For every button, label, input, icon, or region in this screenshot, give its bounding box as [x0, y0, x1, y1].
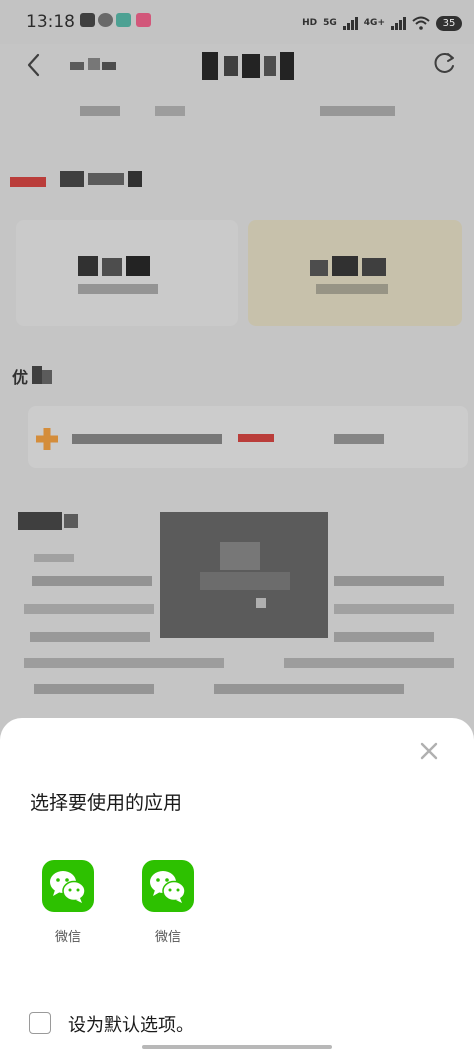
wechat-icon: [42, 860, 94, 912]
app-label-wechat-1: 微信: [54, 930, 81, 945]
blurred-coupon-text: [72, 432, 452, 446]
blurred-page-title: [202, 52, 294, 80]
gallery-notification-icon: [116, 13, 131, 27]
signal-icon-2: [391, 16, 406, 30]
mail-notification-icon: [80, 13, 95, 27]
close-icon[interactable]: [416, 738, 442, 764]
status-time: 13:18: [26, 12, 75, 32]
option-card-right-selected[interactable]: [248, 220, 462, 326]
blurred-subtitle-row: [80, 106, 410, 118]
home-indicator[interactable]: [142, 1045, 332, 1049]
background-page: 优: [0, 44, 474, 744]
status-indicators: HD 5G 4G+ 35: [302, 13, 462, 33]
network-label-1: 5G: [323, 17, 337, 28]
option-card-left[interactable]: [16, 220, 238, 326]
set-default-label[interactable]: 设为默认选项。: [68, 1011, 194, 1037]
top-nav-bar: [0, 44, 474, 94]
status-bar: 13:18 HD 5G 4G+ 35: [0, 0, 474, 44]
app-chooser-sheet: 选择要使用的应用 微信 微信 设为默认选项。: [0, 718, 474, 1053]
blurred-description-text: [14, 554, 464, 724]
refresh-icon[interactable]: [432, 50, 458, 76]
wifi-icon: [412, 16, 430, 30]
app-notification-icon: [98, 13, 113, 27]
plus-badge-icon: [36, 428, 58, 450]
hd-label: HD: [302, 17, 318, 28]
network-label-2: 4G+: [363, 17, 385, 28]
set-default-checkbox[interactable]: [29, 1012, 51, 1034]
chooser-title: 选择要使用的应用: [30, 792, 183, 814]
pink-app-notification-icon: [136, 13, 151, 27]
coupon-row[interactable]: [28, 406, 468, 468]
blurred-info-row: [10, 169, 150, 191]
blurred-card-right-text: [310, 256, 410, 296]
blurred-description-heading: [18, 512, 78, 532]
blurred-section-heading-rest: [32, 366, 54, 386]
app-label-wechat-2: 微信: [154, 930, 181, 945]
blurred-card-left-text: [78, 256, 178, 296]
section-heading-partial: 优: [12, 368, 29, 387]
battery-icon: 35: [436, 15, 462, 31]
back-arrow-icon[interactable]: [22, 50, 46, 80]
app-option-wechat-1[interactable]: 微信: [33, 860, 103, 950]
blurred-nav-left-text: [70, 58, 118, 72]
signal-icon-1: [342, 16, 358, 30]
wechat-icon: [142, 860, 194, 912]
app-option-wechat-2[interactable]: 微信: [133, 860, 203, 950]
